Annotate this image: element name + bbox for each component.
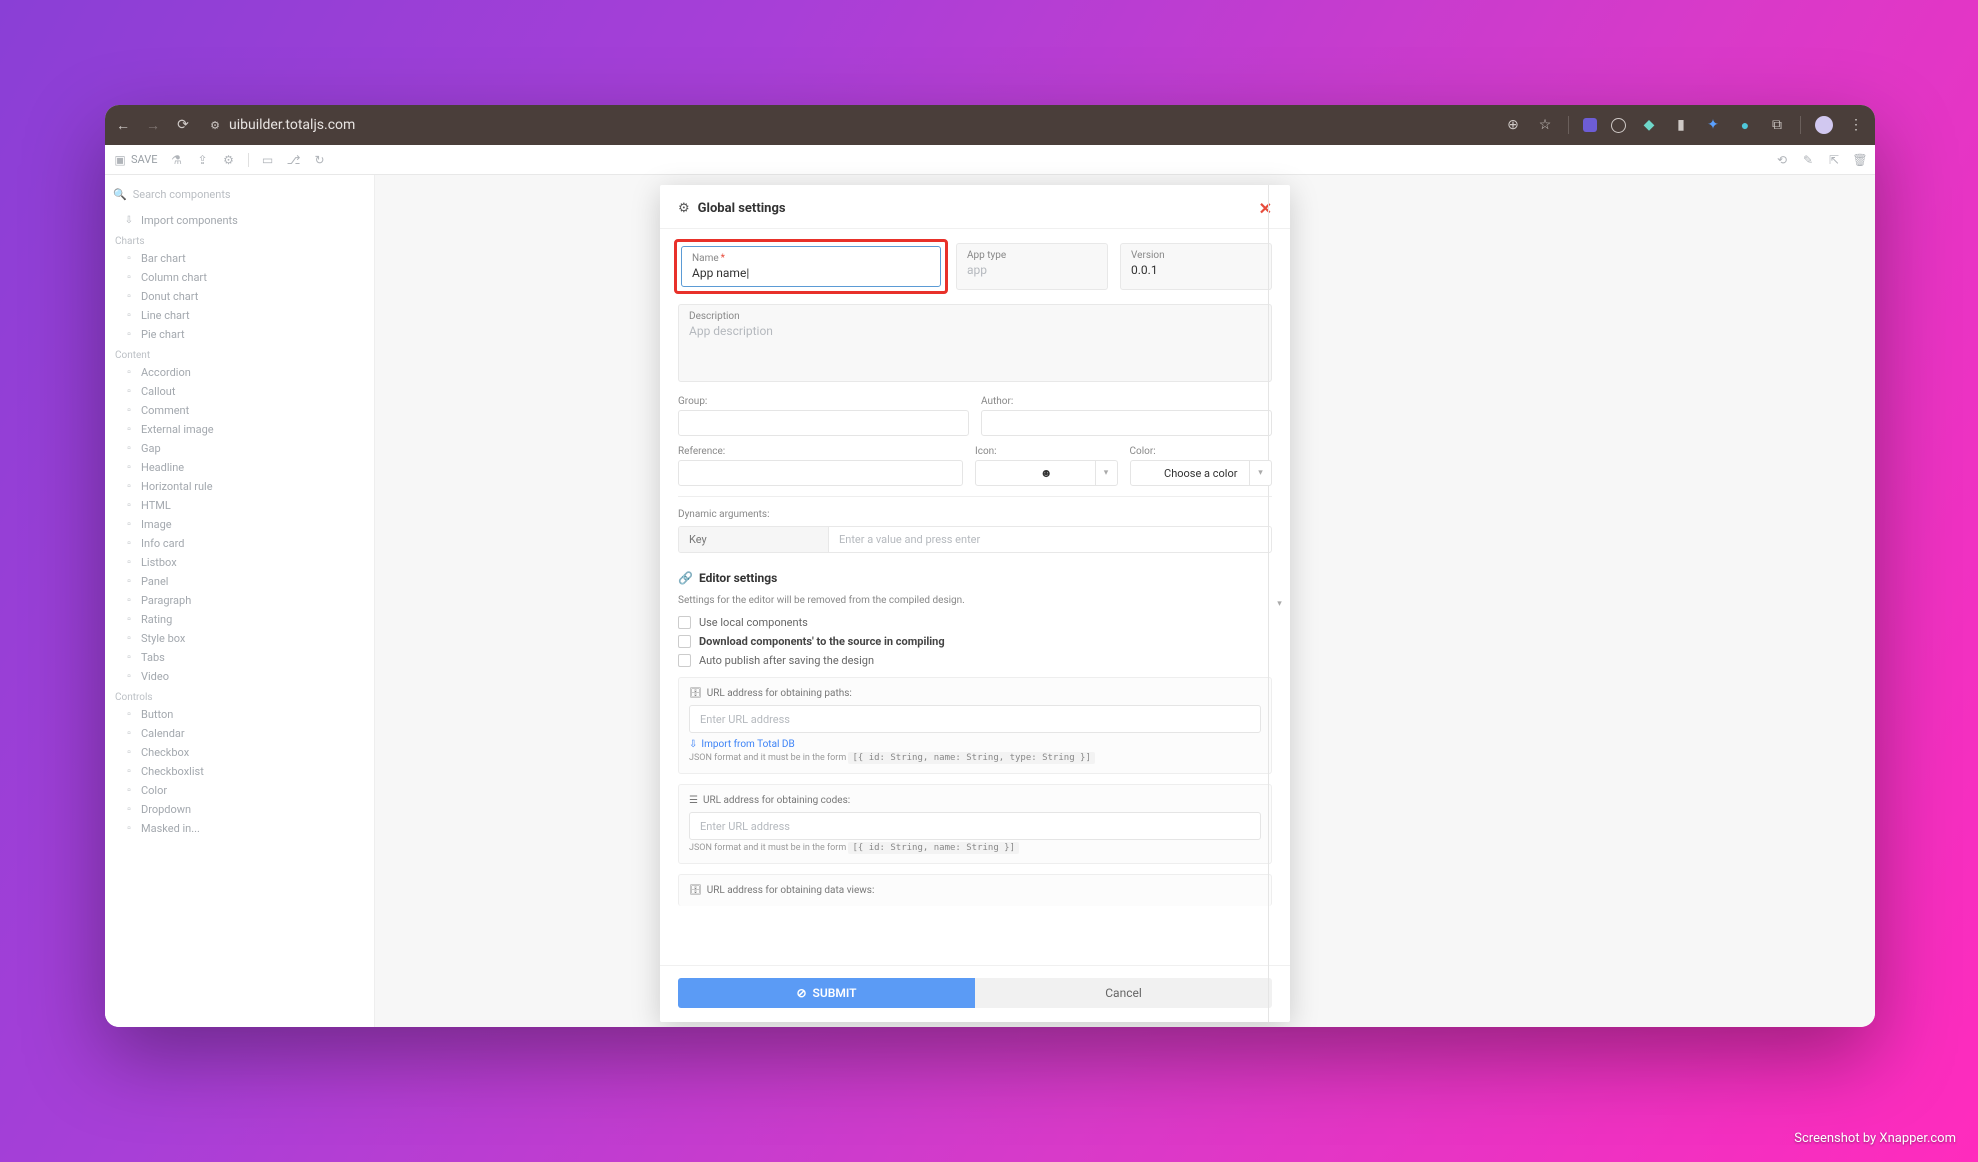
description-placeholder: App description: [689, 324, 1261, 338]
modal-header: ⚙ Global settings ✕: [660, 185, 1290, 229]
cancel-button[interactable]: Cancel: [975, 978, 1272, 1008]
url-views-section: 🗄URL address for obtaining data views:: [678, 874, 1272, 906]
db-icon: 🗄: [689, 885, 702, 896]
ext-4-icon[interactable]: ▮: [1672, 116, 1690, 134]
reference-label: Reference:: [678, 446, 963, 457]
name-highlight: Name*: [674, 239, 948, 294]
icon-select[interactable]: ☻ ▾: [975, 460, 1118, 486]
reference-input[interactable]: [678, 460, 963, 486]
watermark: Screenshot by Xnapper.com: [1794, 1131, 1956, 1146]
chk-download-components[interactable]: Download components' to the source in co…: [678, 635, 1272, 648]
ext-1-icon[interactable]: [1583, 118, 1597, 132]
chevron-down-icon: ▾: [1095, 461, 1117, 485]
extensions-icon[interactable]: ⧉: [1768, 116, 1786, 134]
dynargs-label: Dynamic arguments:: [678, 509, 1272, 520]
url-paths-section: 🗄URL address for obtaining paths: Enter …: [678, 677, 1272, 774]
profile-icon[interactable]: [1815, 116, 1833, 134]
ext-3-icon[interactable]: ◆: [1640, 116, 1658, 134]
db-icon: 🗄: [689, 688, 702, 699]
back-icon[interactable]: ←: [115, 117, 131, 133]
link-icon: 🔗: [678, 571, 693, 585]
version-field[interactable]: Version 0.0.1: [1120, 243, 1272, 290]
chevron-down-icon: ▾: [1249, 461, 1271, 485]
forward-icon[interactable]: →: [145, 117, 161, 133]
reload-icon[interactable]: ⟳: [175, 117, 191, 133]
editor-settings-title: 🔗 Editor settings: [678, 571, 1272, 585]
browser-window: ← → ⟳ ⚙ uibuilder.totaljs.com ⊕ ☆ ◆ ▮ ✦ …: [105, 105, 1875, 1027]
color-select[interactable]: Choose a color ▾: [1130, 460, 1273, 486]
version-value: 0.0.1: [1131, 263, 1261, 277]
browser-chrome: ← → ⟳ ⚙ uibuilder.totaljs.com ⊕ ☆ ◆ ▮ ✦ …: [105, 105, 1875, 145]
dynargs-value-input[interactable]: Enter a value and press enter: [829, 527, 1271, 552]
submit-button[interactable]: ⊘ SUBMIT: [678, 978, 975, 1008]
dynargs-key: Key: [679, 527, 829, 552]
import-totaldb-link[interactable]: ⇩Import from Total DB: [689, 739, 1261, 750]
author-label: Author:: [981, 396, 1272, 407]
name-field[interactable]: Name*: [681, 246, 941, 287]
url-codes-section: ☰URL address for obtaining codes: Enter …: [678, 784, 1272, 864]
icon-label: Icon:: [975, 446, 1118, 457]
description-field[interactable]: Description App description: [678, 304, 1272, 382]
url-codes-input[interactable]: Enter URL address: [689, 812, 1261, 840]
url-bar[interactable]: ⚙ uibuilder.totaljs.com: [207, 117, 355, 133]
name-input[interactable]: [692, 266, 930, 280]
chevron-down-icon: ▾: [1268, 229, 1290, 906]
color-label: Color:: [1130, 446, 1273, 457]
download-icon: ⇩: [689, 739, 697, 750]
author-input[interactable]: [981, 410, 1272, 436]
ext-6-icon[interactable]: ●: [1736, 116, 1754, 134]
chk-auto-publish[interactable]: Auto publish after saving the design: [678, 654, 1272, 667]
apptype-value: app: [967, 263, 1097, 277]
apptype-field[interactable]: App type app: [956, 243, 1108, 290]
list-icon: ☰: [689, 795, 698, 806]
modal-title: Global settings: [698, 201, 786, 216]
global-settings-modal: ⚙ Global settings ✕ Name* App type app: [660, 185, 1290, 1022]
group-select[interactable]: ▾: [678, 410, 969, 436]
ext-5-icon[interactable]: ✦: [1704, 116, 1722, 134]
app-surface: ▣ SAVE ⚗ ⇪ ⚙ ▭ ⎇ ↻ ⟲ ✎ ⇱ 🗑 🔍 Search comp…: [105, 145, 1875, 1027]
gear-icon: ⚙: [678, 201, 690, 216]
modal-footer: ⊘ SUBMIT Cancel: [660, 965, 1290, 1022]
check-icon: ⊘: [796, 986, 806, 1000]
modal-body: Name* App type app Version 0.0.1: [660, 229, 1290, 906]
ext-2-icon[interactable]: [1611, 118, 1626, 133]
bookmark-icon[interactable]: ☆: [1536, 116, 1554, 134]
dynamic-arguments[interactable]: Key Enter a value and press enter: [678, 526, 1272, 553]
group-label: Group:: [678, 396, 969, 407]
chk-local-components[interactable]: Use local components: [678, 616, 1272, 629]
smile-icon: ☻: [1040, 466, 1053, 480]
menu-icon[interactable]: ⋮: [1847, 116, 1865, 134]
editor-note: Settings for the editor will be removed …: [678, 595, 1272, 606]
url-text: uibuilder.totaljs.com: [229, 117, 355, 133]
url-paths-input[interactable]: Enter URL address: [689, 705, 1261, 733]
zoom-icon[interactable]: ⊕: [1504, 116, 1522, 134]
site-info-icon[interactable]: ⚙: [207, 117, 223, 133]
